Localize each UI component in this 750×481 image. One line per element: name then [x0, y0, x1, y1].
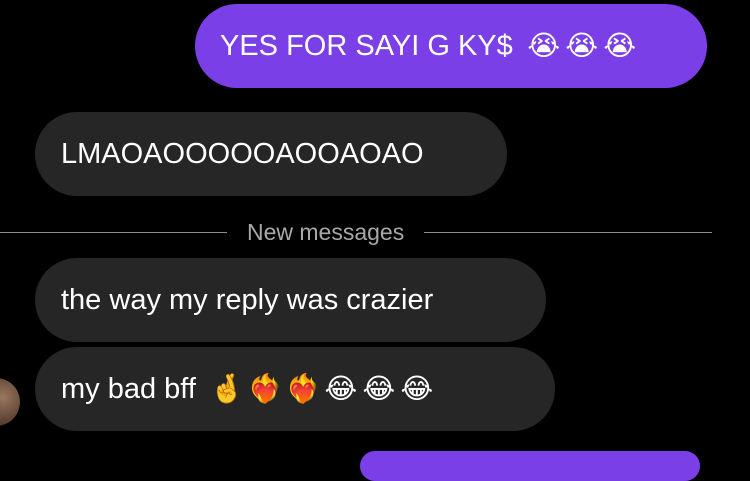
sent-message-bubble-partial[interactable] [360, 451, 700, 481]
received-message-bubble[interactable]: my bad bff 🤞 ❤️‍🔥 ❤️‍🔥 😂 😂 😂 [35, 347, 555, 431]
new-messages-divider: New messages [0, 212, 712, 252]
loudly-crying-face-icon: 😭 [527, 29, 561, 62]
heart-on-fire-icon: ❤️‍🔥 [285, 372, 321, 405]
crossed-fingers-icon: 🤞 [209, 372, 245, 405]
divider-line [0, 231, 227, 233]
emoji-group: 🤞 ❤️‍🔥 ❤️‍🔥 😂 😂 😂 [210, 372, 434, 406]
loudly-crying-face-icon: 😭 [565, 29, 599, 62]
message-text: my bad bff [61, 372, 196, 405]
tears-of-joy-icon: 😂 [400, 372, 434, 405]
received-message-bubble[interactable]: LMAOAOOOOOAOOAOAO [35, 112, 507, 196]
new-messages-label: New messages [247, 218, 405, 245]
tears-of-joy-icon: 😂 [362, 372, 396, 405]
heart-on-fire-icon: ❤️‍🔥 [247, 372, 283, 405]
sent-message-bubble[interactable]: YES FOR SAYI G KY$ 😭 😭 😭 [195, 4, 707, 88]
message-text: LMAOAOOOOOAOOAOAO [61, 137, 424, 170]
divider-line [424, 231, 712, 233]
sender-avatar[interactable] [0, 378, 20, 426]
message-text: YES FOR SAYI G KY$ [220, 29, 513, 62]
loudly-crying-face-icon: 😭 [603, 29, 637, 62]
tears-of-joy-icon: 😂 [324, 372, 358, 405]
received-message-bubble[interactable]: the way my reply was crazier [35, 258, 546, 342]
emoji-group: 😭 😭 😭 [527, 29, 637, 63]
message-text: the way my reply was crazier [61, 283, 434, 316]
